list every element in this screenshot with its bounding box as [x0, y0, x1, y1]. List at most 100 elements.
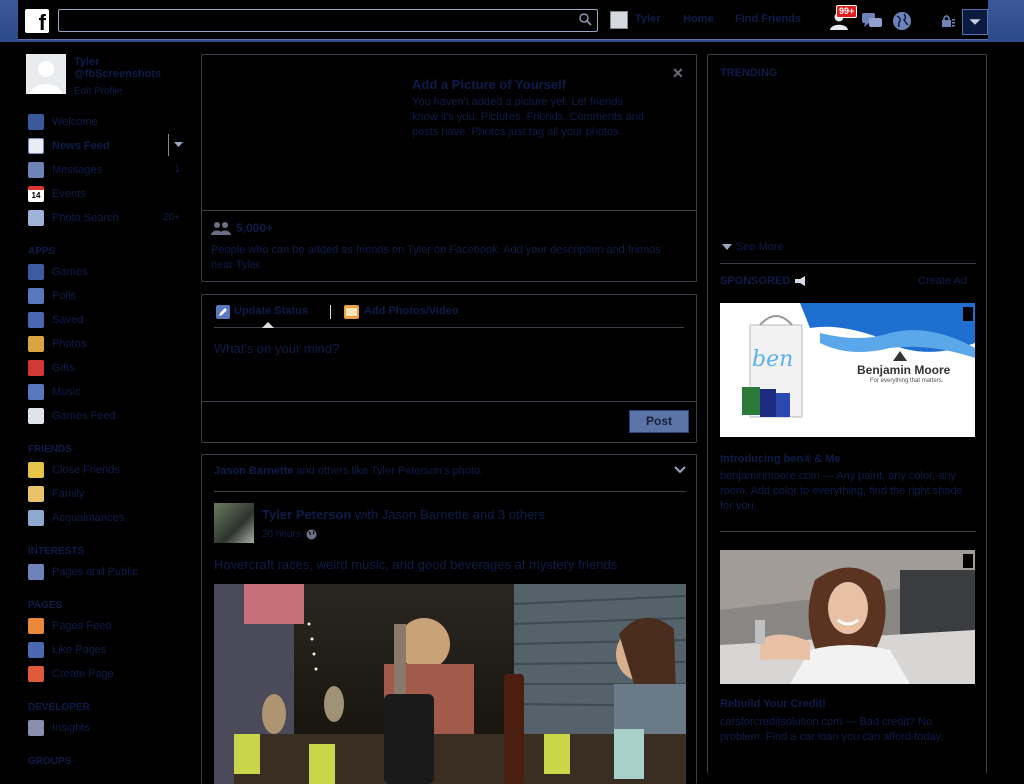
sidebar-item-label: Gifts [52, 362, 75, 374]
sidebar-item-label: Music [52, 386, 81, 398]
divider [330, 305, 331, 319]
sidebar-item-acquaintances[interactable]: Acquaintances [24, 510, 184, 534]
sidebar-item-label: Close Friends [52, 464, 120, 476]
status-composer: Update Status Add Photos/Video What's on… [201, 294, 697, 443]
see-more-link[interactable]: See More [722, 241, 784, 253]
sidebar-item-label: Pages and Public [52, 566, 138, 578]
story-photo[interactable] [214, 584, 686, 784]
divider [214, 327, 684, 328]
ad-description: benjaminmoore.com — Any paint, any color… [720, 470, 963, 512]
divider [168, 134, 169, 156]
sidebar-item-insights[interactable]: Insights [24, 720, 184, 744]
photo-search-icon [28, 210, 44, 226]
thumbs-up-icon [28, 642, 44, 658]
sidebar-item-gifts[interactable]: Gifts [24, 360, 184, 384]
sidebar-item-saved[interactable]: Saved [24, 312, 184, 336]
chevron-down-icon[interactable] [174, 142, 183, 148]
sidebar-item-games-feed[interactable]: Games Feed [24, 408, 184, 432]
sidebar-item-pages-and-public[interactable]: Pages and Public [24, 564, 184, 588]
divider [202, 210, 696, 211]
sidebar-item-label: Saved [52, 314, 84, 326]
sidebar-item-polls[interactable]: Polls [24, 288, 184, 312]
search-input[interactable] [58, 9, 598, 32]
news-feed-icon [28, 138, 44, 154]
chart-icon [28, 720, 44, 736]
tab-label: Add Photos/Video [364, 305, 459, 317]
sidebar-item-games[interactable]: Games [24, 264, 184, 288]
sidebar-item-like-pages[interactable]: Like Pages [24, 642, 184, 666]
photos-icon [28, 336, 44, 352]
pages-heading[interactable]: PAGES [24, 594, 184, 618]
notifications-globe-icon[interactable] [892, 11, 912, 31]
sidebar-item-create-page[interactable]: Create Page [24, 666, 184, 690]
friends-icon [211, 222, 231, 235]
sidebar-item-label: Games [52, 266, 88, 278]
ad-title[interactable]: Introducing ben® & Me [720, 453, 841, 465]
sidebar-item-messages[interactable]: Messages 1 [24, 162, 184, 186]
sidebar-item-music[interactable]: Music [24, 384, 184, 408]
apps-heading[interactable]: APPS [24, 240, 184, 264]
author-name[interactable]: Tyler Peterson [262, 507, 351, 522]
profile-name[interactable]: Tyler @fbScreenshots [74, 56, 184, 80]
story-text: Hovercraft races, weird music, and good … [214, 557, 618, 572]
author-avatar[interactable] [214, 503, 254, 543]
story-timestamp[interactable]: 20 hours [262, 529, 301, 540]
sidebar-item-photos[interactable]: Photos [24, 336, 184, 360]
sidebar-item-label: Polls [52, 290, 76, 302]
sidebar-item-news-feed[interactable]: News Feed [24, 134, 184, 162]
star-icon [28, 462, 44, 478]
ad-close-icon[interactable] [963, 554, 973, 568]
close-icon[interactable]: ✕ [672, 65, 684, 82]
profile-picture[interactable] [26, 54, 66, 94]
see-more-label: See More [736, 241, 784, 253]
facebook-logo-icon[interactable]: f [25, 9, 49, 33]
ad-image-benjamin-moore[interactable]: ben Benjamin Moore For everything that m… [720, 303, 975, 437]
tab-add-photos-video[interactable]: Add Photos/Video [344, 305, 459, 319]
story-header-name[interactable]: Jason Barnette [214, 465, 293, 477]
post-button[interactable]: Post [629, 410, 689, 433]
interests-heading[interactable]: INTERESTS [24, 540, 184, 564]
megaphone-icon [795, 276, 805, 286]
sidebar-item-label: Photo Search [52, 212, 119, 224]
friends-description: People who can be added as friends on Ty… [211, 244, 661, 271]
sidebar-item-welcome[interactable]: Welcome [24, 114, 184, 138]
sidebar-item-close-friends[interactable]: Close Friends [24, 462, 184, 486]
user-avatar[interactable] [610, 11, 628, 29]
status-input[interactable]: What's on your mind? [214, 341, 339, 356]
privacy-lock-icon[interactable] [940, 13, 956, 29]
edit-profile-link[interactable]: Edit Profile [74, 86, 122, 97]
pencil-icon [216, 305, 230, 319]
ad-close-icon[interactable] [963, 307, 973, 321]
search-icon[interactable] [578, 12, 592, 26]
developer-heading[interactable]: DEVELOPER [24, 696, 184, 720]
tab-update-status[interactable]: Update Status [216, 305, 308, 319]
profile-link[interactable]: Tyler [635, 13, 660, 25]
sidebar-item-photo-search[interactable]: Photo Search 20+ [24, 210, 184, 234]
ad-title[interactable]: Rebuild Your Credit! [720, 698, 826, 710]
friends-heading[interactable]: FRIENDS [24, 438, 184, 462]
create-ad-link[interactable]: Create Ad [918, 275, 967, 287]
plus-icon [28, 666, 44, 682]
sponsored-label: SPONSORED [720, 275, 791, 287]
sidebar-item-label: Pages Feed [52, 620, 112, 632]
home-link[interactable]: Home [683, 13, 714, 25]
profile-summary: Tyler @fbScreenshots Edit Profile [24, 54, 184, 104]
acquaintances-icon [28, 510, 44, 526]
settings-dropdown-button[interactable] [962, 9, 988, 35]
story-header-text: and others like Tyler Peterson's photo. [293, 465, 484, 477]
story-author[interactable]: Tyler Peterson with Jason Barnette and 3… [262, 507, 545, 522]
groups-heading[interactable]: GROUPS [24, 750, 184, 774]
messages-icon[interactable] [861, 11, 883, 31]
find-friends-link[interactable]: Find Friends [735, 13, 801, 25]
triangle-down-icon [722, 244, 732, 250]
active-tab-caret [262, 322, 274, 328]
news-feed-story: Jason Barnette and others like Tyler Pet… [201, 454, 697, 784]
top-bar: f Tyler Home Find Friends 99+ [0, 0, 1024, 42]
sidebar-item-pages-feed[interactable]: Pages Feed [24, 618, 184, 642]
sidebar-item-events[interactable]: 14 Events [24, 186, 184, 210]
tagged-text[interactable]: with Jason Barnette and 3 others [351, 507, 545, 522]
sidebar-item-family[interactable]: Family [24, 486, 184, 510]
add-picture-title[interactable]: Add a Picture of Yourself [412, 77, 566, 92]
ad-image-car-credit[interactable] [720, 550, 975, 684]
chevron-down-icon[interactable] [674, 465, 686, 475]
